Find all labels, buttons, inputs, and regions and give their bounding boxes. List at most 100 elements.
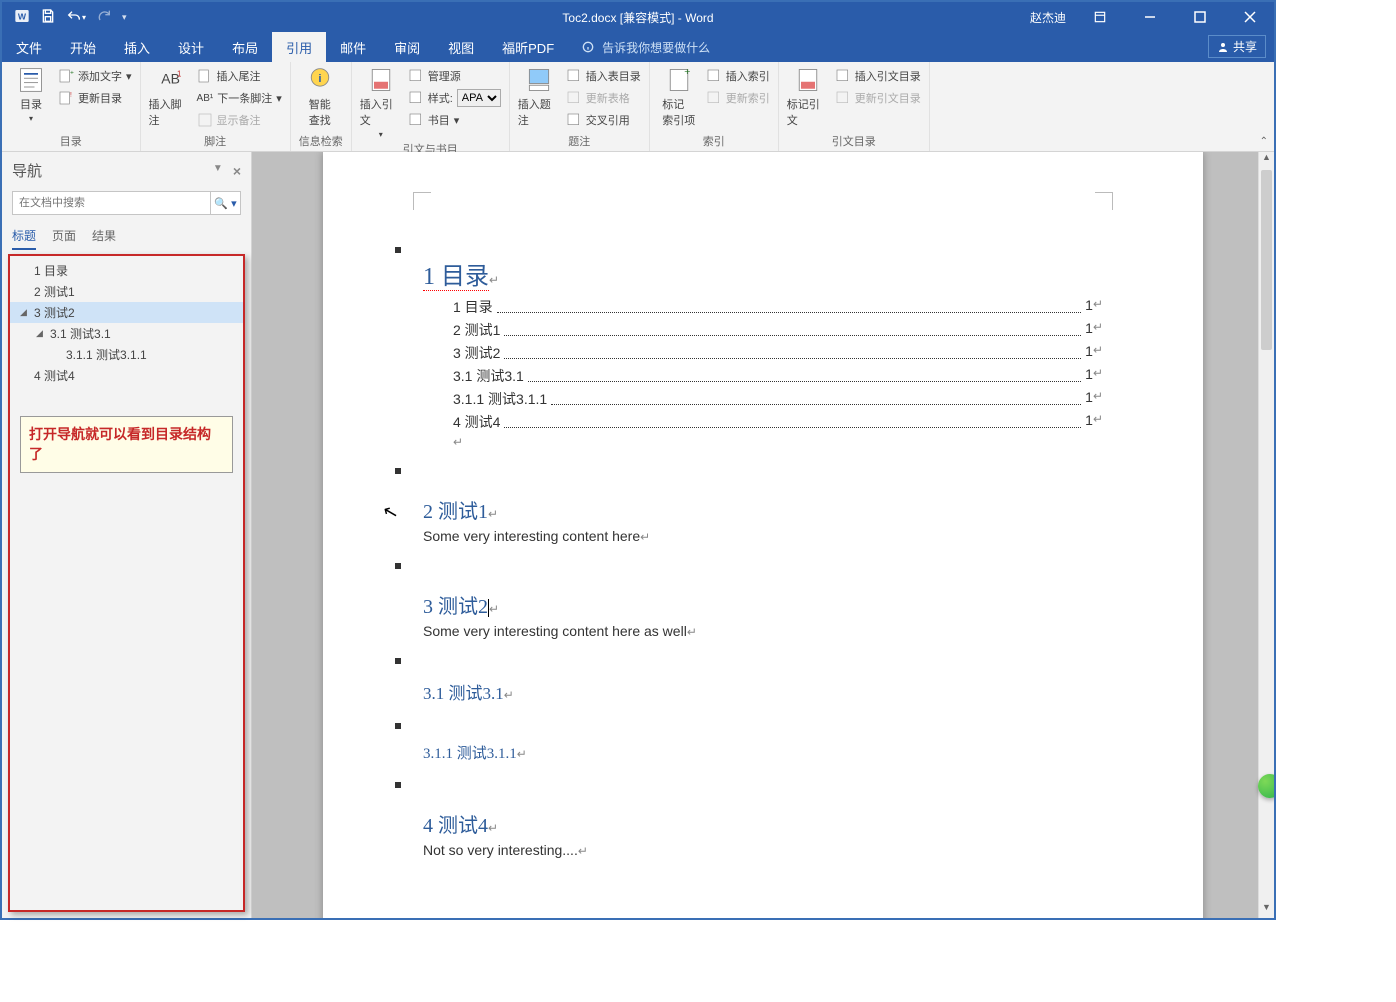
search-icon[interactable]: 🔍 ▾ — [210, 192, 240, 214]
tab-开始[interactable]: 开始 — [56, 32, 110, 62]
svg-text:i: i — [318, 73, 321, 85]
qat-dropdown-icon[interactable]: ▾ — [122, 12, 127, 23]
document-area[interactable]: 1 目录↵ 1 目录1↵ 2 测试11↵ 3 测试21↵ 3.1 测试3.11↵ 3.1… — [252, 152, 1274, 918]
bibliography-button[interactable]: 书目 ▾ — [408, 110, 501, 130]
toc-entry[interactable]: 1 目录1↵ — [453, 297, 1103, 317]
heading[interactable]: 3 测试2↵ — [423, 590, 1103, 619]
heading[interactable]: 4 测试4↵ — [423, 809, 1103, 838]
window-title: Toc2.docx [兼容模式] - Word — [562, 9, 713, 26]
margin-corner — [413, 192, 431, 210]
tree-item[interactable]: 4 测试4 — [10, 365, 243, 386]
ribbon-tabs: 文件开始插入设计布局引用邮件审阅视图福昕PDF 告诉我你想要做什么 共享 — [2, 32, 1274, 62]
add-text-button[interactable]: +添加文字 ▾ — [58, 66, 132, 86]
tree-item[interactable]: ◢3 测试2 — [10, 302, 243, 323]
manage-sources-button[interactable]: 管理源 — [408, 66, 501, 86]
next-footnote-button[interactable]: AB¹ 下一条脚注 ▾ — [197, 88, 282, 108]
maximize-button[interactable] — [1178, 3, 1222, 31]
update-toa-button: 更新引文目录 — [835, 88, 921, 108]
word-icon: W — [14, 8, 30, 27]
toc-entry[interactable]: 3.1.1 测试3.1.11↵ — [453, 389, 1103, 409]
tab-视图[interactable]: 视图 — [434, 32, 488, 62]
toc-entry[interactable]: 4 测试41↵ — [453, 412, 1103, 432]
mark-citation-button[interactable]: 标记引文 — [787, 66, 829, 128]
heading-1[interactable]: 1 目录↵ — [423, 256, 1103, 291]
share-button[interactable]: 共享 — [1208, 35, 1266, 58]
insert-endnote-button[interactable]: 插入尾注 — [197, 66, 282, 86]
show-notes-button: 显示备注 — [197, 110, 282, 130]
redo-icon[interactable] — [96, 8, 112, 27]
tab-布局[interactable]: 布局 — [218, 32, 272, 62]
toc-button[interactable]: 目录▾ — [10, 66, 52, 123]
insert-caption-button[interactable]: 插入题注 — [518, 66, 560, 128]
undo-icon[interactable]: ▾ — [66, 9, 86, 25]
smart-lookup-button[interactable]: i 智能 查找 — [299, 66, 341, 128]
nav-search[interactable]: 🔍 ▾ — [12, 191, 241, 215]
tab-设计[interactable]: 设计 — [164, 32, 218, 62]
group-label: 信息检索 — [299, 131, 343, 151]
tab-审阅[interactable]: 审阅 — [380, 32, 434, 62]
toc-entry[interactable]: 3.1 测试3.11↵ — [453, 366, 1103, 386]
group-label: 目录 — [10, 131, 132, 151]
tell-me[interactable]: 告诉我你想要做什么 — [580, 32, 710, 62]
annotation-callout: 打开导航就可以看到目录结构了 — [20, 416, 233, 473]
group-label: 引文目录 — [787, 131, 921, 151]
vertical-scrollbar[interactable]: ▲ ▼ — [1258, 152, 1274, 918]
heading[interactable]: 2 测试1↵ — [423, 495, 1103, 524]
insert-toa-button[interactable]: 插入引文目录 — [835, 66, 921, 86]
tree-item[interactable]: 3.1.1 测试3.1.1 — [10, 344, 243, 365]
tab-引用[interactable]: 引用 — [272, 32, 326, 62]
nav-tab-标题[interactable]: 标题 — [12, 227, 36, 250]
search-input[interactable] — [13, 192, 210, 214]
user-name[interactable]: 赵杰迪 — [1024, 9, 1072, 26]
group-label: 索引 — [658, 131, 770, 151]
close-button[interactable] — [1228, 3, 1272, 31]
insert-index-button[interactable]: 插入索引 — [706, 66, 770, 86]
cursor-icon: ↖ — [381, 500, 401, 524]
heading[interactable]: 3.1.1 测试3.1.1↵ — [423, 742, 1103, 763]
tree-item[interactable]: 1 目录 — [10, 260, 243, 281]
toc-entry[interactable]: 2 测试11↵ — [453, 320, 1103, 340]
page: 1 目录↵ 1 目录1↵ 2 测试11↵ 3 测试21↵ 3.1 测试3.11↵ 3.1… — [323, 152, 1203, 918]
insert-citation-button[interactable]: 插入引文▾ — [360, 66, 402, 139]
scroll-down-icon[interactable]: ▼ — [1259, 902, 1274, 918]
tab-邮件[interactable]: 邮件 — [326, 32, 380, 62]
citation-style[interactable]: 样式: APA — [408, 88, 501, 108]
nav-tab-结果[interactable]: 结果 — [92, 227, 116, 250]
insert-footnote-button[interactable]: AB1 插入脚注 — [149, 66, 191, 128]
group-label: 脚注 — [149, 131, 282, 151]
tab-福昕PDF[interactable]: 福昕PDF — [488, 32, 568, 62]
nav-dropdown-icon[interactable]: ▼ — [213, 163, 223, 179]
nav-title: 导航 — [12, 160, 42, 181]
save-icon[interactable] — [40, 8, 56, 27]
minimize-button[interactable] — [1128, 3, 1172, 31]
insert-tof-button[interactable]: 插入表目录 — [566, 66, 641, 86]
collapse-ribbon-icon[interactable]: ⌃ — [1260, 136, 1268, 147]
style-dropdown[interactable]: APA — [457, 89, 501, 107]
svg-text:+: + — [684, 66, 690, 78]
svg-text:!: ! — [70, 92, 72, 99]
mark-index-button[interactable]: + 标记 索引项 — [658, 66, 700, 128]
svg-text:+: + — [70, 70, 74, 77]
body-text[interactable]: Not so very interesting....↵ — [423, 842, 1103, 858]
tree-item[interactable]: ◢3.1 测试3.1 — [10, 323, 243, 344]
svg-text:W: W — [18, 11, 27, 21]
scroll-thumb[interactable] — [1261, 170, 1272, 350]
update-table-button: 更新表格 — [566, 88, 641, 108]
nav-close-icon[interactable]: × — [233, 163, 241, 179]
body-text[interactable]: Some very interesting content here↵ — [423, 528, 1103, 544]
tab-插入[interactable]: 插入 — [110, 32, 164, 62]
navigation-pane: 导航 ▼ × 🔍 ▾ 标题页面结果 1 目录2 测试1◢3 测试2◢3.1 测试… — [2, 152, 252, 918]
tree-item[interactable]: 2 测试1 — [10, 281, 243, 302]
update-toc-button[interactable]: !更新目录 — [58, 88, 132, 108]
toc-entry[interactable]: 3 测试21↵ — [453, 343, 1103, 363]
heading[interactable]: 3.1 测试3.1↵ — [423, 679, 1103, 704]
svg-text:1: 1 — [177, 70, 181, 79]
tab-文件[interactable]: 文件 — [2, 32, 56, 62]
ribbon: 目录▾ +添加文字 ▾ !更新目录 目录 AB1 插入脚注 插入尾注 AB¹ 下… — [2, 62, 1274, 152]
nav-tab-页面[interactable]: 页面 — [52, 227, 76, 250]
cross-reference-button[interactable]: 交叉引用 — [566, 110, 641, 130]
ribbon-display-icon[interactable] — [1078, 3, 1122, 31]
body-text[interactable]: Some very interesting content here as we… — [423, 623, 1103, 639]
update-index-button: 更新索引 — [706, 88, 770, 108]
scroll-up-icon[interactable]: ▲ — [1259, 152, 1274, 168]
